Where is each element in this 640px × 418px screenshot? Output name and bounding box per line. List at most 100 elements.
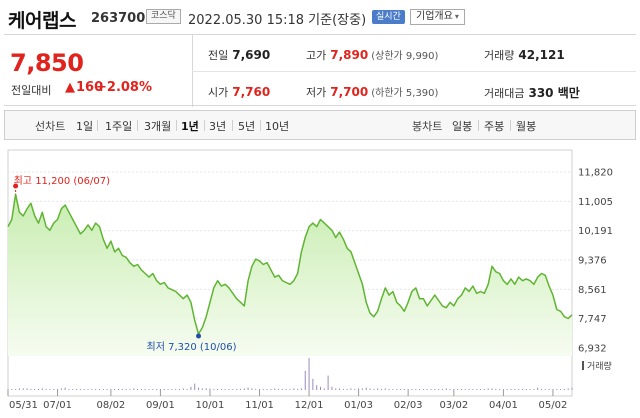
volume-bar	[98, 389, 100, 390]
volume-bar	[83, 389, 85, 390]
volume-bar	[518, 389, 520, 390]
volume-bar	[118, 389, 120, 390]
amount-value: 330 백만	[528, 86, 580, 100]
volume-bar	[480, 389, 482, 390]
volume-bar	[514, 389, 516, 390]
prev-close-cell: 전일 7,690	[208, 47, 270, 63]
period-1d-button[interactable]: 1일	[76, 118, 93, 134]
volume-bar	[133, 388, 135, 390]
volume-bar	[37, 389, 39, 390]
divider	[510, 120, 511, 131]
divider	[232, 120, 233, 131]
volume-bar	[60, 388, 62, 390]
change-label: 전일대비	[11, 84, 52, 97]
volume-bar	[487, 388, 489, 390]
volume-bar	[327, 375, 329, 390]
stock-code: 263700	[91, 11, 146, 26]
period-3y-button[interactable]: 3년	[209, 118, 226, 134]
realtime-button[interactable]: 실시간	[372, 10, 405, 24]
daily-candle-button[interactable]: 일봉	[452, 118, 472, 134]
period-10y-button[interactable]: 10년	[265, 118, 289, 134]
prev-close-value: 7,690	[232, 48, 271, 62]
period-1w-button[interactable]: 1주일	[105, 118, 132, 134]
volume-bar	[438, 389, 440, 390]
volume-bar	[11, 389, 13, 390]
volume-bar	[384, 388, 386, 390]
volume-bar	[224, 389, 226, 390]
monthly-candle-button[interactable]: 월봉	[516, 118, 536, 134]
volume-bar	[403, 389, 405, 390]
volume-bar	[57, 389, 59, 390]
y-tick-label: 10,191	[578, 226, 613, 237]
volume-bar	[354, 389, 356, 390]
chart-toolbar: 선차트 1일 1주일 3개월 1년 3년 5년 10년 봉차트 일봉 주봉 월봉	[4, 110, 636, 140]
weekly-candle-button[interactable]: 주봉	[484, 118, 504, 134]
x-tick-label: 12/01	[295, 400, 324, 411]
up-arrow-icon: ▲	[65, 80, 75, 95]
volume-bar	[304, 370, 306, 390]
volume-bar	[15, 389, 17, 390]
period-5y-button[interactable]: 5년	[238, 118, 255, 134]
volume-bar	[441, 389, 443, 390]
volume-bar	[198, 387, 200, 390]
candle-chart-label: 봉차트	[412, 120, 443, 133]
volume-bar	[236, 389, 238, 390]
volume-bar	[411, 389, 413, 390]
low-annotation: 최저 7,320 (10/06)	[147, 341, 237, 353]
volume-bar	[87, 389, 89, 390]
volume-bar	[144, 389, 146, 390]
high-label: 고가	[306, 49, 327, 62]
volume-bar	[533, 389, 535, 390]
volume-bar	[190, 386, 192, 390]
volume-bar	[41, 388, 43, 390]
volume-bar	[106, 389, 108, 390]
volume-bar	[129, 389, 131, 390]
volume-bar	[140, 389, 142, 390]
volume-bar	[297, 389, 299, 390]
low-marker	[196, 333, 202, 339]
volume-bar	[148, 389, 150, 390]
price-area	[8, 194, 572, 356]
volume-bar	[79, 389, 81, 390]
volume-bar	[491, 388, 493, 390]
volume-bar	[552, 389, 554, 390]
x-tick-label: 10/01	[196, 400, 225, 411]
volume-bar	[125, 389, 127, 390]
divider	[478, 120, 479, 131]
company-overview-dropdown[interactable]: 기업개요 ▾	[410, 9, 465, 25]
volume-bar	[483, 389, 485, 390]
volume-bar	[510, 389, 512, 390]
volume-bar	[537, 387, 539, 390]
y-tick-label: 8,561	[578, 285, 607, 296]
y-tick-label: 7,747	[578, 314, 607, 325]
volume-bar	[262, 389, 264, 390]
volume-bar	[380, 389, 382, 390]
volume-bar	[323, 388, 325, 390]
volume-bar	[121, 389, 123, 390]
volume-cell: 거래량 42,121	[484, 47, 565, 63]
volume-bar	[220, 389, 222, 390]
volume-label: 거래량	[484, 49, 515, 62]
volume-bar	[209, 388, 211, 390]
y-tick-label: 6,932	[578, 344, 607, 355]
volume-bar	[339, 388, 341, 390]
stock-header: 케어랩스 263700 코스닥 2022.05.30 15:18 기준(장중) …	[0, 0, 640, 34]
volume-bar	[392, 389, 394, 390]
period-3m-button[interactable]: 3개월	[144, 118, 171, 134]
period-1y-button[interactable]: 1년	[181, 118, 199, 134]
volume-bar	[361, 388, 363, 390]
divider	[137, 120, 138, 131]
volume-bar	[358, 388, 360, 390]
volume-bar	[171, 389, 173, 390]
lower-limit: (하한가 5,390)	[371, 88, 439, 99]
stock-name: 케어랩스	[8, 10, 76, 32]
volume-bar	[541, 389, 543, 390]
price-chart[interactable]: 11,820 11,005 10,191 9,376 8,561 7,747 6,932 05…	[4, 146, 636, 412]
volume-bar	[472, 389, 474, 390]
open-cell: 시가 7,760	[208, 84, 270, 100]
company-overview-label: 기업개요	[416, 11, 453, 22]
volume-bar	[434, 389, 436, 390]
volume-bar	[571, 387, 573, 390]
volume-bar	[331, 386, 333, 390]
x-tick-label: 05/31	[9, 400, 38, 411]
